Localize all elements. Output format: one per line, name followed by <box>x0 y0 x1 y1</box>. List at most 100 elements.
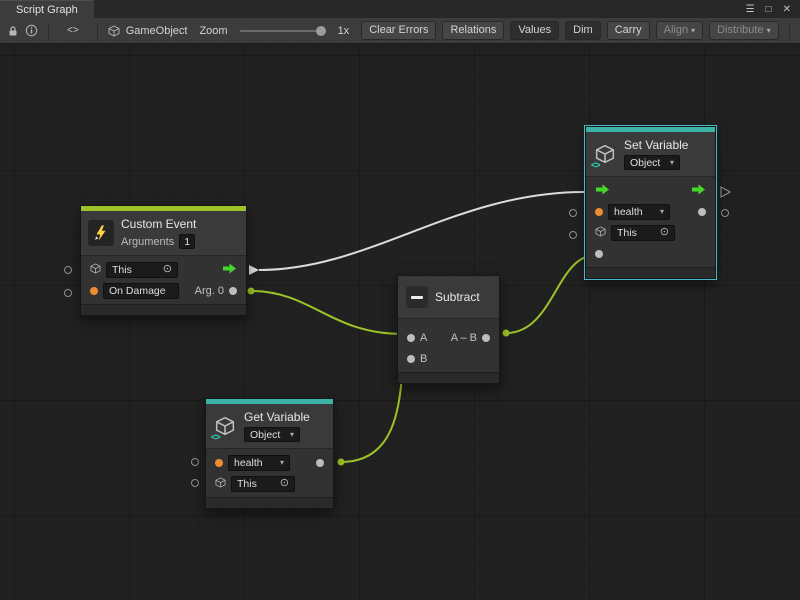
node-header: Subtract <box>398 276 499 319</box>
port-indicator[interactable] <box>192 459 199 466</box>
input-b-port[interactable] <box>407 355 415 363</box>
toolbar-separator <box>97 23 98 39</box>
target-field[interactable]: This ⊙ <box>106 262 178 278</box>
wire-subtract-setvariable-value[interactable] <box>506 255 596 333</box>
event-name-input[interactable]: On Damage <box>103 283 179 299</box>
value-out-port[interactable] <box>316 459 324 467</box>
arg0-label: Arg. 0 <box>195 285 224 297</box>
object-cube-icon <box>90 263 101 277</box>
node-get-variable[interactable]: <> Get Variable Object ▾ health ▾ <box>205 398 334 509</box>
node-subtract[interactable]: Subtract A A – B B <box>397 275 500 384</box>
port-indicator[interactable] <box>65 267 72 274</box>
port-row: health ▾ <box>586 201 715 222</box>
variable-name-port[interactable] <box>595 208 603 216</box>
tab-script-graph[interactable]: Script Graph <box>0 0 94 18</box>
node-title: Custom Event <box>121 217 196 231</box>
clear-errors-button[interactable]: Clear Errors <box>361 21 436 40</box>
node-footer <box>398 372 499 383</box>
port-row: This ⊙ <box>81 259 246 280</box>
code-icon[interactable]: <> <box>59 25 87 36</box>
scope-dropdown[interactable]: Object ▾ <box>244 427 300 442</box>
node-header: Custom Event Arguments 1 <box>81 211 246 256</box>
menu-icon[interactable]: ☰ <box>746 4 755 15</box>
variable-name-dropdown[interactable]: health ▾ <box>228 455 290 471</box>
chevron-down-icon: ▾ <box>691 26 695 35</box>
input-a-port[interactable] <box>407 334 415 342</box>
maximize-icon[interactable]: □ <box>766 4 772 15</box>
flow-out-indicator[interactable] <box>721 187 730 197</box>
port-indicator[interactable] <box>570 210 577 217</box>
gameobject-label[interactable]: GameObject <box>126 25 188 37</box>
node-body: This ⊙ On Damage Arg. 0 <box>81 256 246 304</box>
align-label: Align <box>664 24 688 36</box>
toolbar-separator <box>789 23 790 39</box>
arguments-input[interactable]: 1 <box>179 234 195 249</box>
scope-value: Object <box>630 157 660 169</box>
variable-icon: <> <box>593 142 617 166</box>
arg0-out-port[interactable] <box>229 287 237 295</box>
tab-title: Script Graph <box>16 4 78 16</box>
variable-name-port[interactable] <box>215 459 223 467</box>
input-a-label: A <box>420 332 427 344</box>
object-picker-icon[interactable]: ⊙ <box>163 264 172 275</box>
event-name-port[interactable] <box>90 287 98 295</box>
output-label: A – B <box>451 332 477 344</box>
distribute-dropdown[interactable]: Distribute▾ <box>709 21 778 40</box>
lock-icon[interactable] <box>7 25 19 37</box>
wire-getvariable-subtract-b[interactable] <box>341 355 403 462</box>
variable-name-value: health <box>234 457 263 469</box>
target-field[interactable]: This ⊙ <box>231 476 295 492</box>
values-toggle[interactable]: Values <box>510 21 559 40</box>
port-indicator[interactable] <box>192 480 199 487</box>
wire-arg0-subtract-a[interactable] <box>251 291 403 334</box>
subtract-icon <box>406 286 428 308</box>
graph-canvas[interactable]: Custom Event Arguments 1 This ⊙ <box>0 44 800 600</box>
node-body: A A – B B <box>398 319 499 372</box>
object-picker-icon[interactable]: ⊙ <box>280 478 289 489</box>
chevron-down-icon: ▾ <box>280 459 284 467</box>
port-row: B <box>398 348 499 369</box>
node-custom-event[interactable]: Custom Event Arguments 1 This ⊙ <box>80 205 247 316</box>
zoom-slider[interactable] <box>240 30 326 32</box>
port-indicator[interactable] <box>65 290 72 297</box>
wire-flow-customevent-setvariable[interactable] <box>259 192 584 270</box>
chevron-down-icon: ▾ <box>290 431 294 439</box>
variable-brackets-icon: <> <box>591 160 600 170</box>
event-name-value: On Damage <box>109 285 166 297</box>
zoom-value: 1x <box>338 25 350 37</box>
value-in-port[interactable] <box>595 250 603 258</box>
node-footer <box>586 267 715 278</box>
script-graph-window: Script Graph ☰ □ ✕ <> GameObject Zoom 1x… <box>0 0 800 600</box>
value-out-port[interactable] <box>698 208 706 216</box>
info-icon[interactable] <box>25 24 38 37</box>
node-set-variable[interactable]: <> Set Variable Object ▾ <box>585 126 716 279</box>
port-row <box>586 243 715 264</box>
dim-toggle[interactable]: Dim <box>565 21 601 40</box>
flow-in-port[interactable] <box>595 184 610 198</box>
variable-name-dropdown[interactable]: health ▾ <box>608 204 670 220</box>
flow-out-port[interactable] <box>691 184 706 198</box>
node-body: health ▾ This ⊙ <box>586 177 715 267</box>
target-field[interactable]: This ⊙ <box>611 225 675 241</box>
object-picker-icon[interactable]: ⊙ <box>660 227 669 238</box>
scope-value: Object <box>250 429 280 441</box>
input-b-label: B <box>420 353 427 365</box>
close-icon[interactable]: ✕ <box>783 4 791 15</box>
align-dropdown[interactable]: Align▾ <box>656 21 703 40</box>
port-row: On Damage Arg. 0 <box>81 280 246 301</box>
flow-out-port[interactable] <box>222 263 237 277</box>
scope-dropdown[interactable]: Object ▾ <box>624 155 680 170</box>
zoom-slider-knob[interactable] <box>316 26 326 36</box>
chevron-down-icon: ▾ <box>767 26 771 35</box>
port-row: This ⊙ <box>206 473 333 494</box>
carry-toggle[interactable]: Carry <box>607 21 650 40</box>
variable-name-value: health <box>614 206 643 218</box>
port-indicator[interactable] <box>722 210 729 217</box>
output-port[interactable] <box>482 334 490 342</box>
relations-button[interactable]: Relations <box>442 21 504 40</box>
object-cube-icon <box>595 226 606 240</box>
variable-brackets-icon: <> <box>211 432 220 442</box>
chevron-down-icon: ▾ <box>660 208 664 216</box>
port-row <box>586 180 715 201</box>
port-indicator[interactable] <box>570 232 577 239</box>
